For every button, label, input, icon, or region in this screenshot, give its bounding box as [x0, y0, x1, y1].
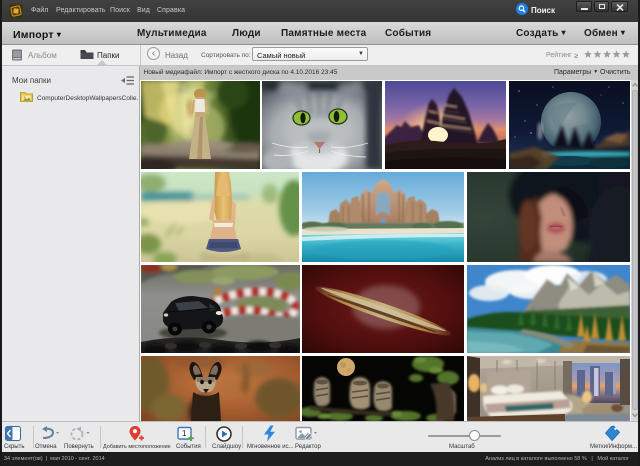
svg-text:1: 1 — [182, 429, 187, 438]
